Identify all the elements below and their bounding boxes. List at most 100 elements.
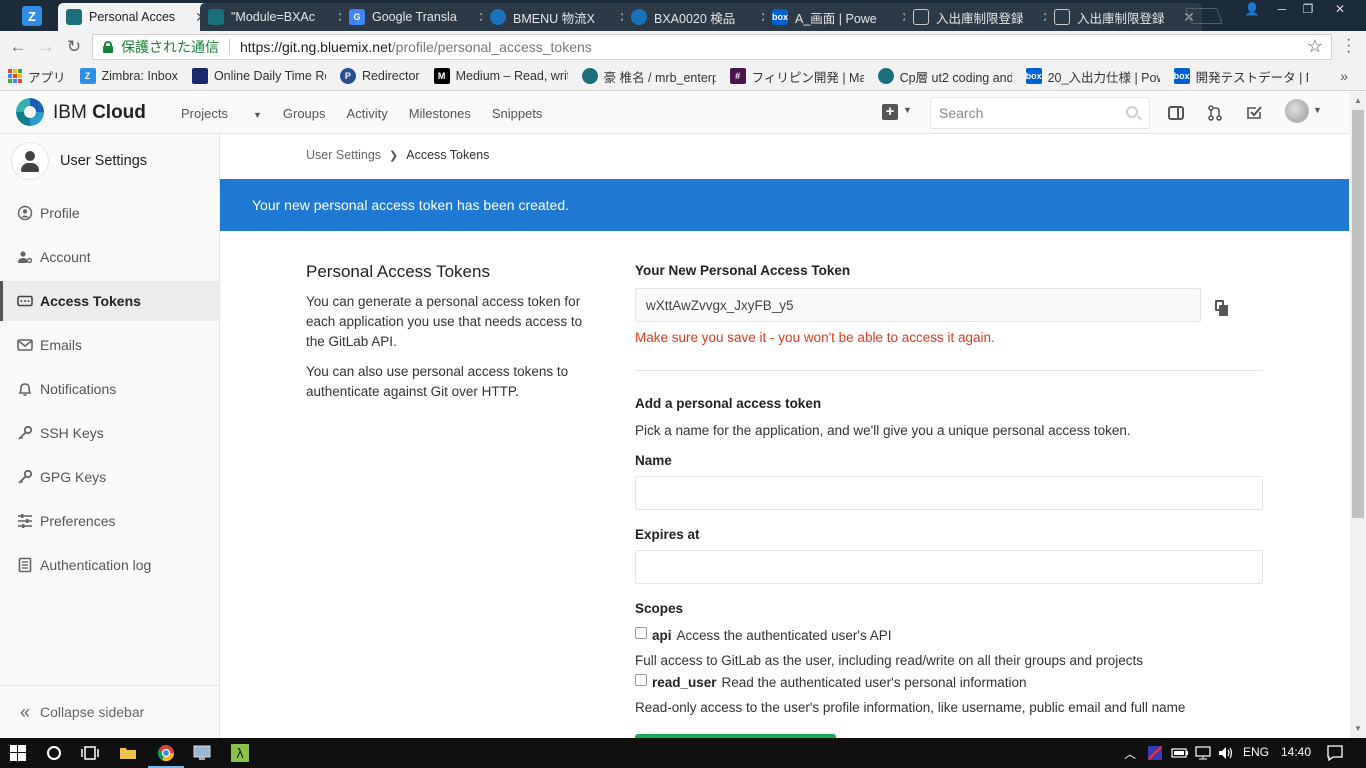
tab-title: BXA0020 検品 (654, 11, 736, 26)
profile-icon[interactable]: 👤 (1238, 0, 1266, 18)
clock-time[interactable]: 14:40 (1281, 745, 1311, 759)
nav-label: Projects (181, 105, 228, 121)
more-bookmarks-icon[interactable]: » (1340, 68, 1348, 84)
browser-tab-nyushukko-1[interactable]: 入出庫制限登録 ✕ (905, 3, 1061, 31)
todo-check-icon[interactable] (1245, 104, 1263, 122)
bookmark-apps[interactable]: アプリ (8, 67, 66, 86)
sidebar-item-label: Account (40, 249, 91, 265)
breadcrumb-user-settings[interactable]: User Settings (306, 148, 381, 162)
browser-tab-personal-access[interactable]: Personal Acces ✕ (58, 3, 214, 31)
search-input[interactable] (930, 97, 1150, 129)
expires-at-field[interactable] (635, 550, 1263, 584)
sidebar-item-ssh-keys[interactable]: SSH Keys (0, 413, 219, 453)
sidebar-item-label: SSH Keys (40, 425, 104, 441)
new-tab-button[interactable] (1185, 8, 1223, 24)
browser-tab-a-gamen[interactable]: box A_画面 | Powe ✕ (764, 3, 920, 31)
bookmark-zimbra[interactable]: Z Zimbra: Inbox (79, 68, 178, 84)
copy-clipboard-icon[interactable] (1213, 300, 1229, 316)
browser-tab-module[interactable]: "Module=BXAc ✕ (200, 3, 356, 31)
sidebar-item-gpg-keys[interactable]: GPG Keys (0, 457, 219, 497)
file-explorer-icon[interactable] (118, 743, 138, 763)
page-scrollbar[interactable]: ▲ ▼ (1350, 92, 1366, 738)
bookmark-online-daily-time[interactable]: Online Daily Time Re (191, 68, 326, 84)
address-bar[interactable]: 保護された通信 https://git.ng.bluemix.net/profi… (92, 34, 1332, 60)
windows-start-icon[interactable] (8, 743, 28, 763)
close-window-icon[interactable]: ✕ (1326, 0, 1354, 18)
windows-taskbar: λ ︿ ENG 14:40 (0, 738, 1366, 768)
sidebar-item-preferences[interactable]: Preferences (0, 501, 219, 541)
sidebar-item-profile[interactable]: Profile (0, 193, 219, 233)
brand-name[interactable]: IBM Cloud (53, 102, 146, 124)
minimize-icon[interactable]: ─ (1268, 0, 1296, 18)
bookmark-medium[interactable]: M Medium – Read, write (433, 68, 568, 84)
merge-request-icon[interactable] (1206, 104, 1224, 122)
svg-text:λ: λ (236, 747, 244, 762)
nav-projects[interactable]: Projects ▼ (181, 106, 262, 121)
new-token-field[interactable]: wXttAwZvvgx_JxyFB_y5 (635, 288, 1201, 322)
bookmark-redirector[interactable]: P Redirector (339, 68, 420, 84)
bookmark-io-spec[interactable]: box 20_入出力仕様 | Powe (1025, 67, 1160, 86)
nav-milestones[interactable]: Milestones (409, 106, 471, 121)
chrome-menu-icon[interactable]: · · · (1346, 32, 1351, 60)
forward-arrow-icon[interactable]: → (35, 36, 57, 58)
scope-read-user-checkbox[interactable] (635, 673, 647, 686)
sidebar-item-account[interactable]: Account (0, 237, 219, 277)
volume-icon[interactable] (1216, 743, 1236, 763)
sidebar-toggle-icon[interactable] (1167, 104, 1185, 122)
scope-read-user-description: Read-only access to the user's profile i… (635, 700, 1186, 715)
sidebar-item-emails[interactable]: Emails (0, 325, 219, 365)
lock-icon (103, 41, 113, 53)
bookmark-star-icon[interactable]: ☆ (1307, 36, 1323, 57)
input-language[interactable]: ENG (1243, 745, 1269, 759)
breadcrumb-access-tokens[interactable]: Access Tokens (406, 148, 489, 162)
browser-tab-google-translate[interactable]: G Google Transla ✕ (341, 3, 497, 31)
scroll-up-icon[interactable]: ▲ (1354, 96, 1362, 105)
nav-groups[interactable]: Groups (283, 106, 326, 121)
zimbra-pinned-tab-icon[interactable]: Z (22, 6, 42, 26)
scope-name: read_user (652, 675, 717, 690)
sidebar-header[interactable]: User Settings (0, 134, 219, 188)
brand-bold: Cloud (92, 102, 146, 123)
chevron-down-icon[interactable]: ▼ (903, 105, 912, 115)
browser-tab-bmenu[interactable]: BMENU 物流X ✕ (482, 3, 638, 31)
sidebar-item-notifications[interactable]: Notifications (0, 369, 219, 409)
new-item-plus-icon[interactable]: + (882, 104, 898, 120)
action-center-icon[interactable] (1325, 743, 1345, 763)
name-field[interactable] (635, 476, 1263, 510)
back-arrow-icon[interactable]: ← (7, 36, 29, 58)
browser-tab-bxa0020[interactable]: BXA0020 検品 ✕ (623, 3, 779, 31)
nav-activity[interactable]: Activity (347, 106, 388, 121)
gitlab-icon (581, 68, 598, 84)
bookmark-philippines-dev[interactable]: # フィリピン開発 | Marubi (729, 67, 864, 86)
app-lambda-icon[interactable]: λ (230, 743, 250, 763)
bookmark-cp-ut2[interactable]: Cp層 ut2 coding and (877, 67, 1012, 86)
network-icon[interactable] (1193, 743, 1213, 763)
scrollbar-thumb[interactable] (1352, 110, 1364, 518)
chrome-icon[interactable] (156, 743, 176, 763)
collapse-sidebar-button[interactable]: « Collapse sidebar (0, 685, 219, 738)
remote-desktop-icon[interactable] (192, 743, 212, 763)
bookmark-test-data[interactable]: box 開発テストデータ | Pow (1173, 67, 1308, 86)
new-token-label: Your New Personal Access Token (635, 263, 851, 278)
scope-api-checkbox[interactable] (635, 626, 647, 639)
sidebar-item-authentication-log[interactable]: Authentication log (0, 545, 219, 585)
task-view-icon[interactable] (80, 743, 100, 763)
scroll-down-icon[interactable]: ▼ (1354, 724, 1362, 733)
gitlab-icon (877, 68, 894, 84)
chevron-down-icon[interactable]: ▼ (1313, 105, 1322, 115)
nav-snippets[interactable]: Snippets (492, 106, 543, 121)
user-avatar[interactable] (1285, 99, 1309, 123)
bookmark-mrb-enterp[interactable]: 豪 椎名 / mrb_enterp (581, 67, 716, 86)
tray-app-icon[interactable] (1145, 743, 1165, 763)
battery-icon[interactable] (1170, 743, 1190, 763)
sidebar-item-access-tokens[interactable]: Access Tokens (0, 281, 219, 321)
scope-api: api Access the authenticated user's API (635, 626, 891, 643)
bookmarks-bar: アプリ Z Zimbra: Inbox Online Daily Time Re… (0, 62, 1366, 91)
browser-tab-nyushukko-2[interactable]: 入出庫制限登録 ✕ (1046, 3, 1202, 31)
ibm-cloud-logo-icon[interactable] (16, 98, 44, 126)
reload-icon[interactable]: ↻ (63, 36, 85, 58)
tray-chevron-up-icon[interactable]: ︿ (1124, 745, 1136, 762)
cortana-search-icon[interactable] (44, 743, 64, 763)
restore-icon[interactable]: ❐ (1294, 0, 1322, 18)
email-icon (16, 336, 34, 354)
